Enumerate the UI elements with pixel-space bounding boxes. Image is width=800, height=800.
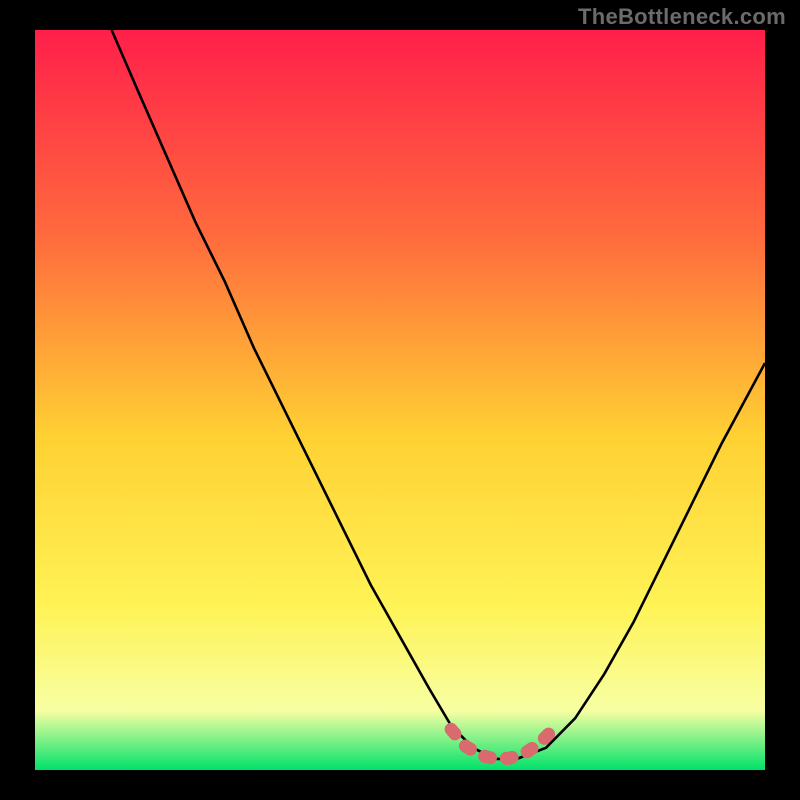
gradient-background — [35, 30, 765, 770]
plot-area — [35, 30, 765, 770]
bottleneck-chart — [35, 30, 765, 770]
chart-stage: TheBottleneck.com — [0, 0, 800, 800]
watermark-text: TheBottleneck.com — [578, 4, 786, 30]
